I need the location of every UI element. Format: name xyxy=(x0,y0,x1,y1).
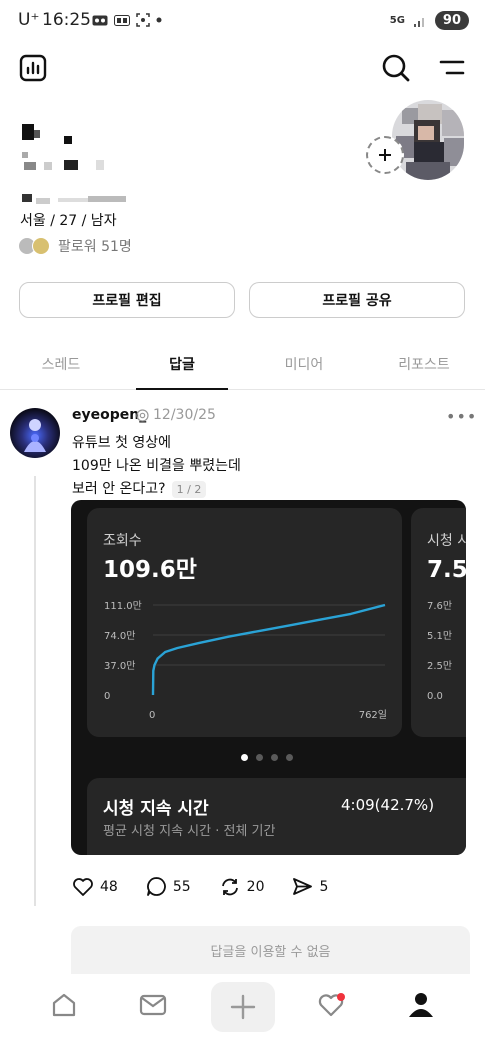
nav-activity[interactable] xyxy=(312,985,352,1025)
post-body: 유튜브 첫 영상에 109만 나온 비결을 뿌렸는데 보러 안 온다고? 1 / … xyxy=(72,432,462,501)
reply-disabled-notice: 답글을 이용할 수 없음 xyxy=(71,926,470,974)
watch-duration-value: 4:09(42.7%) xyxy=(341,796,435,814)
y-tick-label: 74.0만 xyxy=(104,630,135,642)
y-tick-label: 0.0 xyxy=(427,691,443,702)
tab-threads[interactable]: 스레드 xyxy=(6,354,116,374)
nav-create[interactable] xyxy=(211,982,275,1032)
carousel-dot[interactable] xyxy=(271,754,278,761)
carousel-dot[interactable] xyxy=(256,754,263,761)
repost-button[interactable]: 20 xyxy=(219,877,265,897)
profile-avatar[interactable] xyxy=(392,100,464,180)
carrier-label: U⁺ xyxy=(18,10,40,30)
share-button[interactable]: 5 xyxy=(292,877,328,896)
post-line: 보러 안 온다고? xyxy=(72,481,166,497)
page-indicator: 1 / 2 xyxy=(171,480,207,498)
signal-icon xyxy=(413,17,424,27)
y-tick-label: 37.0만 xyxy=(104,660,135,672)
battery-indicator: 90 xyxy=(434,11,469,30)
nav-profile[interactable] xyxy=(401,985,441,1025)
x-tick-label: 762일 xyxy=(359,709,387,721)
views-chart: 111.0만 74.0만 37.0만 0 0 762일 xyxy=(104,600,387,721)
nav-home[interactable] xyxy=(44,985,84,1025)
y-tick-label: 0 xyxy=(104,691,110,702)
tab-reposts[interactable]: 리포스트 xyxy=(369,354,479,374)
insights-icon[interactable] xyxy=(19,54,47,82)
clock: 16:25 xyxy=(42,10,91,30)
y-tick-label: 7.6만 xyxy=(427,600,452,612)
carousel-dot[interactable] xyxy=(241,754,248,761)
views-series-line xyxy=(151,603,386,696)
network-label: 5G xyxy=(389,15,405,26)
post-author-avatar[interactable] xyxy=(10,408,60,458)
repost-icon xyxy=(221,878,238,895)
x-tick-label: 0 xyxy=(149,710,155,721)
status-bar: U⁺ 16:25 5G 90 xyxy=(0,0,485,44)
watch-duration-title: 시청 지속 시간 xyxy=(103,799,209,819)
heart-icon xyxy=(73,877,93,896)
heart-icon xyxy=(318,993,345,1017)
more-options-icon[interactable]: ••• xyxy=(446,407,477,426)
screenshot-icon xyxy=(136,13,150,27)
send-icon xyxy=(293,878,313,895)
nav-messages[interactable] xyxy=(133,985,173,1025)
carousel-dots xyxy=(241,754,293,761)
plus-icon xyxy=(230,994,256,1020)
post-line: 109만 나온 비결을 뿌렸는데 xyxy=(72,458,241,474)
dot-icon xyxy=(156,17,162,23)
like-button[interactable]: 48 xyxy=(72,877,118,897)
watch-time-card: 시청 시 7.5만 7.6만5.1만2.5만0.0 xyxy=(411,508,466,737)
share-profile-button[interactable]: 프로필 공유 xyxy=(249,282,465,318)
profile-tabs: 스레드 답글 미디어 리포스트 xyxy=(0,340,485,390)
plus-icon xyxy=(379,149,391,161)
menu-icon[interactable] xyxy=(438,58,466,78)
followers-count: 팔로워 51명 xyxy=(58,239,132,255)
post-date: 12/30/25 xyxy=(153,407,216,423)
media-carousel[interactable]: 조회수 109.6만 111.0만 74.0만 37.0만 0 0 762일 시청 시 7… xyxy=(71,500,466,855)
voicemail-icon xyxy=(92,15,108,25)
comment-button[interactable]: 55 xyxy=(146,876,191,897)
home-icon xyxy=(52,993,76,1017)
figure-icon xyxy=(24,419,46,452)
profile-icon xyxy=(409,993,433,1017)
post-line: 유튜브 첫 영상에 xyxy=(72,435,172,451)
views-card: 조회수 109.6만 111.0만 74.0만 37.0만 0 0 762일 xyxy=(87,508,402,737)
add-story-button[interactable] xyxy=(366,136,404,174)
watch-time-chart: 7.6만 5.1만 2.5만 0.0 xyxy=(427,600,452,702)
profile-bio: 서울 / 27 / 남자 xyxy=(20,213,117,229)
comment-icon xyxy=(146,877,166,896)
like-count: 48 xyxy=(100,878,118,895)
tab-replies[interactable]: 답글 xyxy=(127,354,237,374)
y-tick-label: 111.0만 xyxy=(104,600,142,612)
edit-profile-button[interactable]: 프로필 편집 xyxy=(19,282,235,318)
globe-icon xyxy=(136,408,149,422)
post-meta: 12/30/25 xyxy=(136,407,216,423)
share-count: 5 xyxy=(319,878,329,895)
y-tick-label: 5.1만 xyxy=(427,630,452,642)
tab-media[interactable]: 미디어 xyxy=(249,354,359,374)
active-tab-indicator xyxy=(136,388,228,390)
comment-count: 55 xyxy=(172,878,191,895)
repost-count: 20 xyxy=(246,878,265,895)
thread-line xyxy=(34,476,36,906)
follower-avatar xyxy=(32,237,50,255)
bottom-navigation xyxy=(0,975,485,1040)
search-icon[interactable] xyxy=(381,53,411,83)
carousel-dot[interactable] xyxy=(286,754,293,761)
messages-icon xyxy=(114,14,130,26)
y-tick-label: 2.5만 xyxy=(427,660,452,672)
watch-duration-subtitle: 평균 시청 지속 시간 · 전체 기간 xyxy=(103,824,276,839)
notification-dot xyxy=(337,993,345,1001)
post-actions: 48 55 20 5 xyxy=(72,876,356,897)
mail-icon xyxy=(139,994,167,1016)
followers-row[interactable]: 팔로워 51명 xyxy=(18,236,132,256)
